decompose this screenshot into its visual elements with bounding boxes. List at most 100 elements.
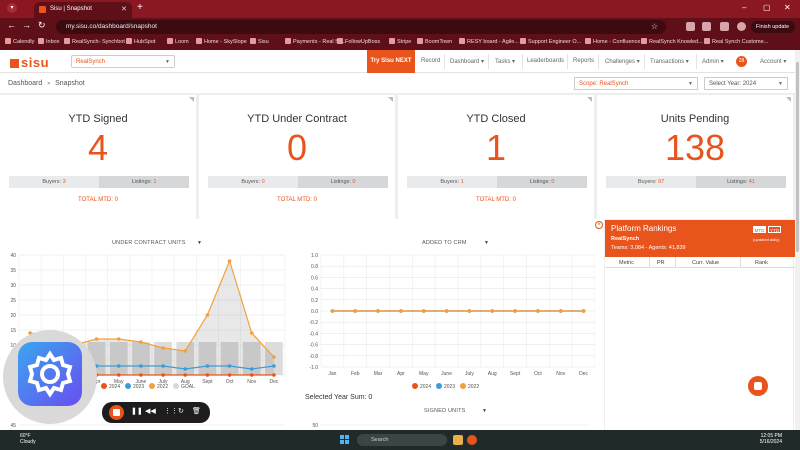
chart-title-signed-units[interactable]: SIGNED UNITS bbox=[424, 408, 466, 414]
card-ytd-closed[interactable]: YTD Closed 1 Buyers: 1 Listings: 0 TOTAL… bbox=[398, 95, 594, 219]
data-point-2022 bbox=[376, 309, 380, 313]
minimize-icon[interactable]: – bbox=[742, 3, 746, 12]
trash-icon[interactable]: 🗑 bbox=[192, 407, 201, 415]
nav-record[interactable]: Record bbox=[421, 58, 440, 64]
card-ytd-under-contract[interactable]: YTD Under Contract 0 Buyers: 0 Listings:… bbox=[199, 95, 395, 219]
chevron-down-icon[interactable]: ▼ bbox=[482, 408, 487, 414]
buyers-label: Buyers: bbox=[440, 179, 460, 185]
team-select[interactable]: RealSynch ▼ bbox=[71, 55, 175, 68]
bookmark-item[interactable]: Support Engineer O... bbox=[520, 38, 581, 45]
y-tick-label: 0.4 bbox=[311, 287, 318, 293]
chart-title-added-to-crm[interactable]: ADDED TO CRM bbox=[422, 240, 467, 246]
data-point-2023 bbox=[161, 364, 165, 368]
year-select[interactable]: Select Year: 2024 ▼ bbox=[704, 77, 788, 90]
nav-reports[interactable]: Reports bbox=[573, 58, 594, 64]
windows-start-icon[interactable] bbox=[340, 435, 350, 445]
url-field[interactable]: my.sisu.co/dashboard/snapshot ☆ bbox=[56, 20, 666, 34]
file-explorer-icon[interactable] bbox=[453, 435, 463, 445]
chrome-icon[interactable] bbox=[467, 435, 477, 445]
windows-taskbar: 60°F Cloudy Search 12:05 PM 5/16/2024 bbox=[0, 430, 800, 450]
reload-icon[interactable]: ↻ bbox=[38, 20, 46, 31]
close-rankings-icon[interactable]: × bbox=[595, 221, 603, 229]
scope-select[interactable]: Scope: RealSynch ▼ bbox=[574, 77, 698, 90]
bookmark-item[interactable]: Sisu bbox=[250, 38, 269, 45]
stop-recording-button[interactable] bbox=[109, 405, 124, 420]
bookmark-item[interactable]: Home - SkySlope bbox=[196, 38, 247, 45]
card-units-pending[interactable]: Units Pending 138 Buyers: 97 Listings: 4… bbox=[597, 95, 793, 219]
screen-recorder-badge[interactable] bbox=[3, 330, 97, 424]
buyers-value: 97 bbox=[658, 179, 665, 185]
avatar[interactable]: 28 bbox=[736, 56, 747, 67]
browser-tab[interactable]: Sisu | Snapshot ✕ bbox=[34, 2, 132, 18]
bookmark-item[interactable]: Calendly bbox=[5, 38, 34, 45]
buyers-value: 0 bbox=[261, 179, 265, 185]
bookmark-favicon-icon bbox=[167, 38, 173, 44]
scrollbar-thumb[interactable] bbox=[796, 62, 799, 252]
data-point-2024 bbox=[227, 373, 232, 377]
extension-icon[interactable] bbox=[686, 22, 695, 31]
nav-transactions[interactable]: Transactions ▾ bbox=[650, 58, 689, 65]
maximize-icon[interactable]: ▢ bbox=[763, 3, 771, 12]
data-point-2024 bbox=[272, 373, 276, 377]
data-point-2022 bbox=[444, 309, 449, 313]
nav-leaderboards[interactable]: Leaderboards bbox=[527, 58, 564, 64]
chevron-down-icon[interactable]: ▼ bbox=[197, 240, 202, 246]
back-icon[interactable]: ← bbox=[7, 20, 16, 30]
bookmark-item[interactable]: Home - Confluence bbox=[585, 38, 640, 45]
bookmark-label: BoomTown bbox=[425, 39, 453, 45]
chat-button[interactable] bbox=[748, 376, 768, 396]
tab-search-icon[interactable]: ▾ bbox=[7, 3, 17, 13]
bookmark-item[interactable]: RealSynch Knowled... bbox=[641, 38, 703, 45]
bookmark-item[interactable]: Inbox bbox=[38, 38, 59, 45]
close-window-icon[interactable]: ✕ bbox=[784, 3, 791, 12]
rewind-icon[interactable]: ◀◀ bbox=[145, 407, 156, 415]
page-scrollbar[interactable] bbox=[795, 50, 800, 430]
nav-challenges[interactable]: Challenges ▾ bbox=[605, 58, 640, 65]
bookmark-item[interactable]: RealSynch- Synchbot bbox=[64, 38, 125, 45]
y-tick-label: -0.4 bbox=[309, 331, 318, 337]
bookmark-item[interactable]: Stripe bbox=[389, 38, 411, 45]
taskbar-search[interactable]: Search bbox=[357, 434, 447, 446]
bookmark-item[interactable]: BoomTown bbox=[417, 38, 452, 45]
bookmark-item[interactable]: Loom bbox=[167, 38, 189, 45]
nav-tasks[interactable]: Tasks ▾ bbox=[495, 58, 515, 65]
grid-icon[interactable]: ⋮⋮ bbox=[164, 407, 178, 415]
profile-icon[interactable] bbox=[737, 22, 746, 31]
ytd-toggle[interactable]: YTD bbox=[768, 226, 781, 233]
sisu-logo[interactable]: sisu bbox=[10, 55, 49, 70]
nav-admin[interactable]: Admin ▾ bbox=[702, 58, 724, 65]
mtd-toggle[interactable]: MTD bbox=[753, 226, 766, 233]
data-point-2023 bbox=[272, 364, 276, 368]
nav-dashboard[interactable]: Dashboard ▾ bbox=[450, 58, 484, 65]
data-point-2022 bbox=[536, 309, 540, 313]
bookmark-item[interactable]: Real Synch Custome... bbox=[704, 38, 768, 45]
windows-logo-pane bbox=[340, 440, 344, 444]
tab-close-icon[interactable]: ✕ bbox=[121, 5, 127, 13]
scope-select-value: Scope: RealSynch bbox=[579, 81, 629, 87]
bookmark-item[interactable]: RESY board - Agile... bbox=[459, 38, 519, 45]
extensions-puzzle-icon[interactable] bbox=[702, 22, 711, 31]
sidebar-icon[interactable] bbox=[720, 22, 729, 31]
weather-widget[interactable]: 60°F Cloudy bbox=[20, 433, 36, 445]
data-point-2022 bbox=[399, 309, 403, 313]
chevron-down-icon[interactable]: ▼ bbox=[484, 240, 489, 246]
data-point-2023 bbox=[139, 364, 143, 368]
data-point-2022 bbox=[353, 309, 358, 313]
pause-icon[interactable]: ❚❚ bbox=[131, 407, 143, 415]
bookmark-label: FollowUpBoss bbox=[345, 39, 381, 45]
forward-icon[interactable]: → bbox=[22, 20, 31, 30]
try-sisu-next-button[interactable]: Try Sisu NEXT bbox=[367, 50, 415, 73]
chart-title-under-contract[interactable]: UNDER CONTRACT UNITS bbox=[112, 240, 186, 246]
nav-account[interactable]: Account ▾ bbox=[760, 58, 786, 65]
data-point-2022 bbox=[467, 309, 472, 313]
bookmark-star-icon[interactable]: ☆ bbox=[651, 22, 658, 31]
restart-icon[interactable]: ↻ bbox=[178, 407, 184, 415]
bookmark-item[interactable]: HubSpot bbox=[126, 38, 155, 45]
finish-update-button[interactable]: Finish update bbox=[751, 21, 795, 33]
bookmark-item[interactable]: FollowUpBoss bbox=[337, 38, 380, 45]
new-tab-icon[interactable]: + bbox=[137, 2, 143, 13]
system-clock[interactable]: 12:05 PM 5/16/2024 bbox=[752, 433, 782, 445]
card-title: YTD Under Contract bbox=[247, 113, 347, 125]
card-ytd-signed[interactable]: YTD Signed 4 Buyers: 3 Listings: 1 TOTAL… bbox=[0, 95, 196, 219]
breadcrumb-dashboard[interactable]: Dashboard bbox=[8, 80, 42, 87]
